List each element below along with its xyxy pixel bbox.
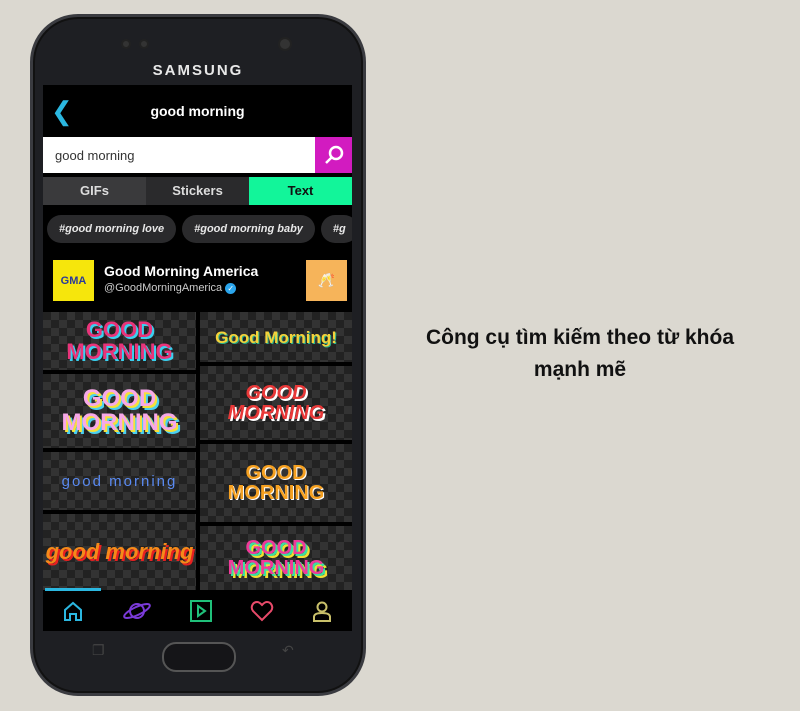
sensor-icon (121, 39, 131, 49)
back-icon[interactable]: ❮ (51, 85, 73, 137)
tag-chip[interactable]: #good morning love (47, 215, 177, 243)
channel-name: Good Morning America (104, 263, 259, 279)
app-screen: ❮ good morning GIFs Stickers Text #good … (43, 85, 352, 631)
back-key-icon[interactable]: ↶ (282, 642, 294, 659)
result-gif[interactable]: good morning (43, 452, 196, 510)
page-title: good morning (150, 103, 245, 119)
home-button[interactable] (162, 642, 236, 672)
tab-bar: GIFs Stickers Text (43, 177, 352, 205)
channel-logo: GMA (53, 260, 94, 301)
caption-line: mạnh mẽ (533, 358, 627, 381)
tag-chip[interactable]: #good morning baby (182, 215, 315, 243)
header: ❮ good morning (43, 85, 352, 137)
explore-planet-icon[interactable] (121, 600, 153, 622)
search-icon (324, 145, 343, 164)
caption: Công cụ tìm kiếm theo từ khóa mạnh mẽ (380, 322, 780, 386)
tab-gifs[interactable]: GIFs (43, 177, 146, 205)
tab-stickers[interactable]: Stickers (146, 177, 249, 205)
tag-list: #good morning love #good morning baby #g (47, 215, 352, 243)
bottom-nav (43, 591, 352, 631)
home-icon[interactable] (62, 600, 84, 622)
video-play-icon[interactable] (190, 600, 213, 622)
front-camera-icon (278, 37, 292, 51)
favorites-heart-icon[interactable] (250, 600, 274, 622)
channel-handle: @GoodMorningAmerica (104, 282, 223, 294)
channel-thumbnail[interactable]: 🥂 (306, 260, 347, 301)
brand-logo: SAMSUNG (152, 62, 244, 79)
tab-text[interactable]: Text (249, 177, 352, 205)
search-input[interactable] (43, 137, 315, 173)
search-button[interactable] (315, 137, 352, 173)
profile-icon[interactable] (311, 600, 333, 622)
result-gif[interactable]: GOOD MORNING (43, 312, 196, 370)
channel-handle-row: @GoodMorningAmerica ✓ (104, 282, 237, 294)
result-gif[interactable]: GOOD MORNING (200, 444, 352, 522)
result-gif[interactable]: Good Morning! (200, 312, 352, 362)
result-gif[interactable]: good morning (43, 514, 196, 590)
result-gif[interactable]: GOOD MORNING (200, 526, 352, 590)
channel-card[interactable]: GMA Good Morning America @GoodMorningAme… (53, 260, 347, 302)
result-gif[interactable]: GOOD MORNING (43, 374, 196, 448)
result-gif[interactable]: GOOD MORNING (200, 366, 352, 440)
recent-apps-icon[interactable]: ❐ (92, 642, 105, 659)
caption-line: Công cụ tìm kiếm theo từ khóa (425, 326, 735, 349)
sensor-icon (139, 39, 149, 49)
search-bar (43, 137, 352, 173)
tag-chip[interactable]: #g (320, 215, 352, 243)
verified-icon: ✓ (225, 282, 237, 294)
